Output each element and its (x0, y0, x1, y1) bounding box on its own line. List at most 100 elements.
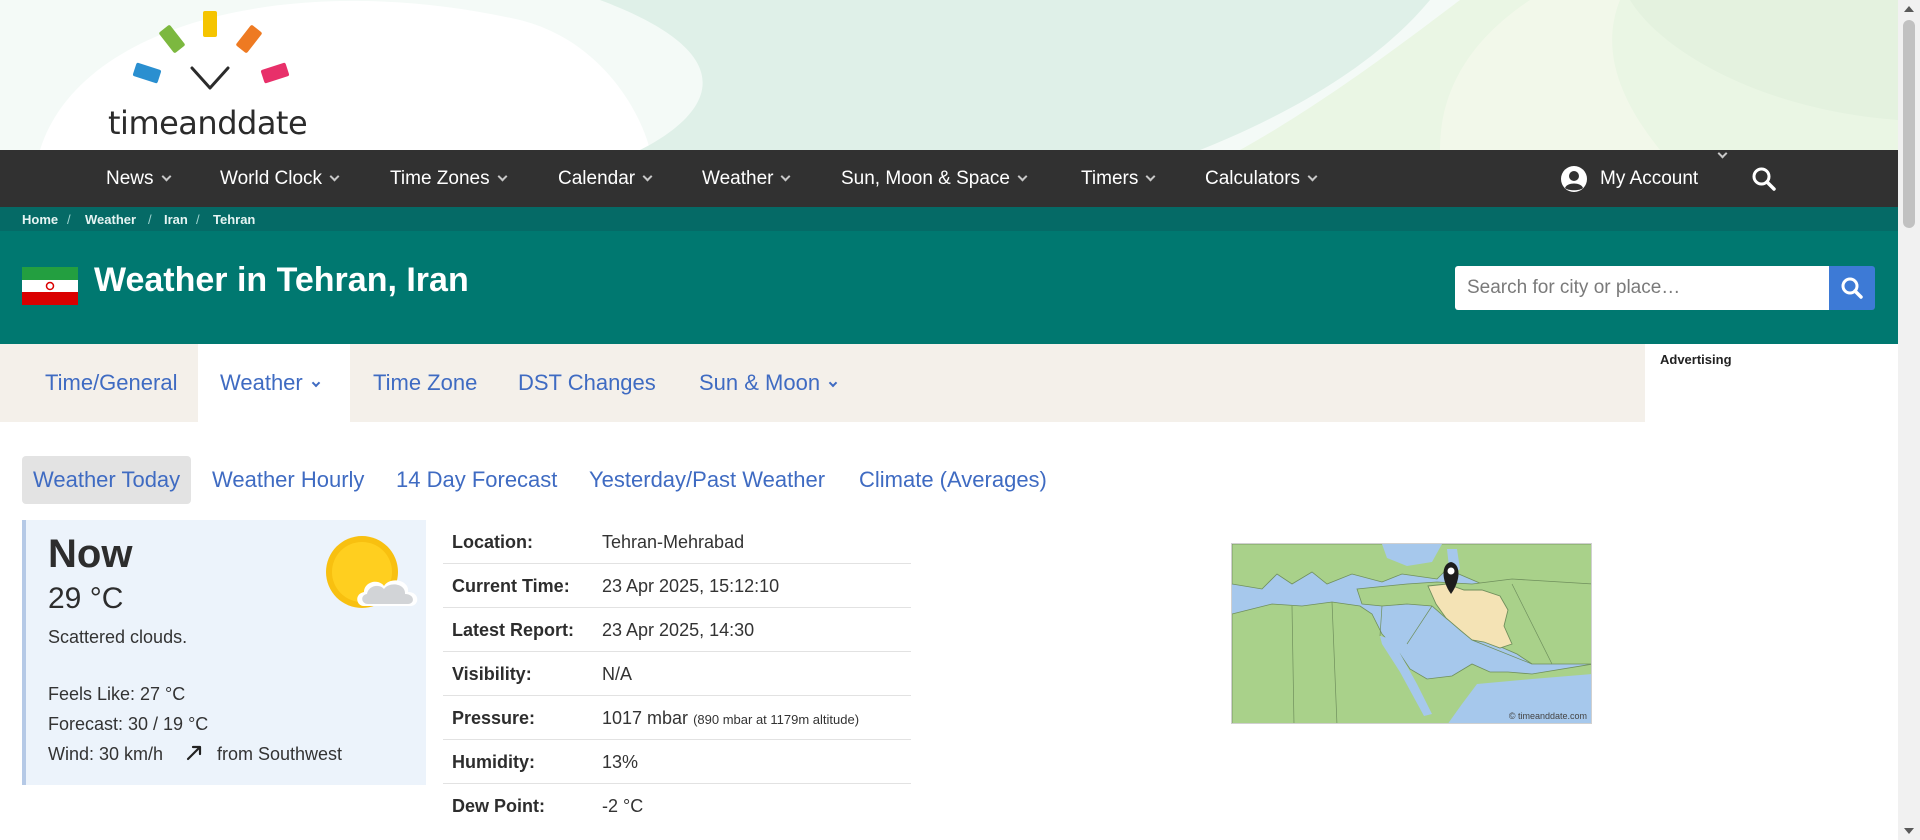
nav-item-sun-moon-space[interactable]: Sun, Moon & Space (841, 150, 1028, 207)
detail-label: Location: (452, 532, 533, 552)
logo-word-and: and (178, 104, 237, 142)
chevron-down-icon (828, 378, 838, 388)
search-icon (1841, 277, 1863, 299)
nav-item-weather[interactable]: Weather (702, 150, 791, 207)
tab-weather[interactable]: Weather (198, 344, 350, 422)
subtab-label: Weather Today (33, 467, 181, 492)
breadcrumb-separator: / (196, 212, 200, 227)
scroll-down-arrow-icon[interactable] (1904, 828, 1914, 834)
wind-direction-arrow-icon (186, 745, 202, 761)
chevron-down-icon (642, 171, 653, 182)
detail-label: Dew Point: (452, 796, 545, 816)
breadcrumb-home[interactable]: Home (22, 212, 58, 227)
current-temperature: 29 °C (48, 582, 124, 615)
user-circle-icon (1561, 166, 1587, 192)
chevron-down-icon (1717, 148, 1728, 159)
search-icon[interactable] (1751, 166, 1777, 192)
breadcrumb-weather[interactable]: Weather (85, 212, 136, 227)
tab-sun-moon[interactable]: Sun & Moon (699, 344, 838, 422)
detail-label: Latest Report: (452, 620, 575, 640)
breadcrumb-tehran: Tehran (213, 212, 256, 227)
logo-wordmark: timeanddate (108, 104, 308, 142)
nav-item-label: Weather (702, 168, 774, 189)
subtab-climate[interactable]: Climate (Averages) (859, 456, 1047, 504)
tab-time-general[interactable]: Time/General (45, 344, 177, 422)
nav-item-label: Calculators (1205, 168, 1301, 189)
feels-like: Feels Like: 27 °C (48, 684, 186, 704)
subtab-past-weather[interactable]: Yesterday/Past Weather (589, 456, 825, 504)
subtab-14-day-forecast[interactable]: 14 Day Forecast (396, 456, 557, 504)
subtab-label: 14 Day Forecast (396, 467, 558, 492)
pressure-altitude-note: (890 mbar at 1179m altitude) (693, 712, 860, 727)
logo-mark (132, 11, 290, 90)
table-row: Visibility: N/A (443, 652, 911, 696)
chevron-down-icon (1017, 171, 1028, 182)
detail-value: 23 Apr 2025, 15:12:10 (602, 576, 780, 596)
chevron-down-icon (161, 171, 171, 182)
place-search-input[interactable] (1455, 266, 1829, 310)
logo-word-date: date (237, 104, 308, 142)
detail-label: Visibility: (452, 664, 532, 684)
nav-item-label: Calendar (558, 168, 636, 189)
tab-dst-changes[interactable]: DST Changes (518, 344, 656, 422)
subtab-label: Yesterday/Past Weather (589, 467, 826, 492)
subtab-weather-hourly[interactable]: Weather Hourly (212, 456, 364, 504)
partly-cloudy-icon (326, 536, 418, 608)
nav-item-timers[interactable]: Timers (1081, 150, 1156, 207)
wind-speed: Wind: 30 km/h (48, 744, 164, 764)
nav-item-calculators[interactable]: Calculators (1205, 150, 1318, 207)
scrollbar-thumb[interactable] (1903, 20, 1915, 228)
chevron-down-icon (781, 171, 791, 182)
table-row: Pressure: 1017 mbar (890 mbar at 1179m a… (443, 696, 911, 740)
now-heading: Now (48, 532, 133, 576)
tab-time-zone[interactable]: Time Zone (373, 344, 477, 422)
pressure-value: 1017 mbar (602, 708, 689, 728)
tab-label: Time Zone (373, 370, 478, 395)
table-row: Humidity: 13% (443, 740, 911, 784)
nav-item-world-clock[interactable]: World Clock (220, 150, 340, 207)
location-map[interactable]: © timeanddate.com (1231, 543, 1592, 724)
conditions-description: Scattered clouds. (48, 627, 188, 647)
detail-value: 13% (602, 752, 639, 772)
site-logo[interactable]: timeanddate (100, 8, 340, 142)
scroll-up-arrow-icon[interactable] (1904, 6, 1914, 12)
wind-direction: from Southwest (217, 744, 343, 764)
region-map-image (1232, 544, 1591, 723)
chevron-down-icon (1307, 171, 1318, 182)
detail-label: Current Time: (452, 576, 570, 596)
advertising-slot: Advertising (1645, 344, 1875, 422)
breadcrumb-separator: / (148, 212, 152, 227)
detail-label: Humidity: (452, 752, 535, 772)
breadcrumb-iran[interactable]: Iran (164, 212, 188, 227)
location-tabs: Time/General Weather Time Zone DST Chang… (0, 344, 1645, 422)
table-row: Location: Tehran-Mehrabad (443, 520, 911, 564)
logo-word-time: time (108, 104, 179, 142)
nav-item-time-zones[interactable]: Time Zones (390, 150, 508, 207)
detail-value: 1017 mbar (890 mbar at 1179m altitude) (602, 708, 859, 729)
tab-label: DST Changes (518, 370, 656, 395)
place-search-button[interactable] (1829, 266, 1875, 310)
table-row: Current Time: 23 Apr 2025, 15:12:10 (443, 564, 911, 608)
tab-label: Weather (220, 370, 303, 395)
detail-label: Pressure: (452, 708, 536, 728)
detail-value: N/A (602, 664, 633, 684)
iran-flag-icon (22, 267, 78, 305)
nav-item-label: World Clock (220, 168, 323, 189)
weather-details-table: Location: Tehran-Mehrabad Current Time: … (443, 520, 911, 828)
tab-label: Time/General (45, 370, 178, 395)
detail-value: -2 °C (602, 796, 644, 816)
page-title: Weather in Tehran, Iran (94, 261, 469, 299)
subtab-weather-today[interactable]: Weather Today (22, 456, 192, 504)
chevron-down-icon (329, 171, 340, 182)
chevron-down-icon (497, 171, 508, 182)
page-scrollbar[interactable] (1898, 0, 1920, 840)
my-account-label: My Account (1600, 168, 1699, 189)
breadcrumb: Home / Weather / Iran / Tehran (0, 207, 1898, 231)
table-row: Dew Point: -2 °C (443, 784, 911, 828)
nav-item-label: Sun, Moon & Space (841, 168, 1010, 189)
chevron-down-icon (311, 378, 320, 388)
nav-item-news[interactable]: News (106, 150, 171, 207)
nav-item-label: Time Zones (390, 168, 490, 189)
nav-item-label: Timers (1081, 168, 1139, 189)
nav-item-calendar[interactable]: Calendar (558, 150, 653, 207)
